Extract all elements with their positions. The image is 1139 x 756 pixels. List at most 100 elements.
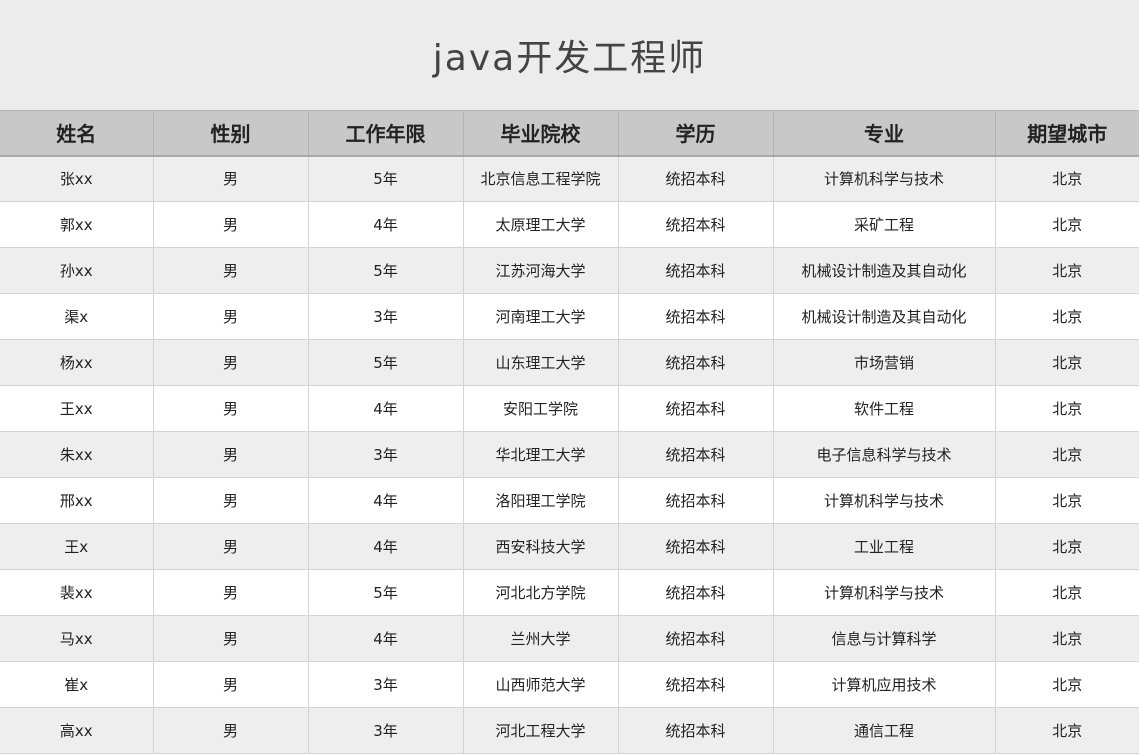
cell-city[interactable]: 北京 <box>995 707 1139 754</box>
cell-city[interactable]: 北京 <box>995 155 1139 202</box>
cell-work-years[interactable]: 5年 <box>308 247 464 294</box>
cell-education[interactable]: 统招本科 <box>618 431 774 478</box>
cell-name[interactable]: 高xx <box>0 707 154 754</box>
cell-gender[interactable]: 男 <box>153 569 309 616</box>
cell-name[interactable]: 崔x <box>0 661 154 708</box>
header-education[interactable]: 学历 <box>618 110 774 157</box>
cell-school[interactable]: 河南理工大学 <box>463 293 619 340</box>
cell-name[interactable]: 张xx <box>0 155 154 202</box>
cell-work-years[interactable]: 4年 <box>308 201 464 248</box>
cell-city[interactable]: 北京 <box>995 293 1139 340</box>
cell-major[interactable]: 工业工程 <box>773 523 996 570</box>
cell-school[interactable]: 太原理工大学 <box>463 201 619 248</box>
cell-gender[interactable]: 男 <box>153 339 309 386</box>
cell-gender[interactable]: 男 <box>153 431 309 478</box>
cell-name[interactable]: 朱xx <box>0 431 154 478</box>
cell-school[interactable]: 北京信息工程学院 <box>463 155 619 202</box>
cell-gender[interactable]: 男 <box>153 247 309 294</box>
cell-major[interactable]: 机械设计制造及其自动化 <box>773 293 996 340</box>
cell-education[interactable]: 统招本科 <box>618 569 774 616</box>
cell-gender[interactable]: 男 <box>153 155 309 202</box>
cell-city[interactable]: 北京 <box>995 569 1139 616</box>
cell-name[interactable]: 孙xx <box>0 247 154 294</box>
cell-school[interactable]: 西安科技大学 <box>463 523 619 570</box>
cell-city[interactable]: 北京 <box>995 477 1139 524</box>
cell-city[interactable]: 北京 <box>995 615 1139 662</box>
cell-major[interactable]: 计算机应用技术 <box>773 661 996 708</box>
table-row: 邢xx 男 4年 洛阳理工学院 统招本科 计算机科学与技术 北京 <box>0 477 1139 524</box>
cell-work-years[interactable]: 5年 <box>308 339 464 386</box>
cell-work-years[interactable]: 4年 <box>308 523 464 570</box>
cell-work-years[interactable]: 4年 <box>308 477 464 524</box>
header-city[interactable]: 期望城市 <box>995 110 1139 157</box>
cell-work-years[interactable]: 3年 <box>308 293 464 340</box>
cell-school[interactable]: 安阳工学院 <box>463 385 619 432</box>
header-major[interactable]: 专业 <box>773 110 996 157</box>
cell-major[interactable]: 软件工程 <box>773 385 996 432</box>
cell-major[interactable]: 机械设计制造及其自动化 <box>773 247 996 294</box>
cell-city[interactable]: 北京 <box>995 661 1139 708</box>
cell-city[interactable]: 北京 <box>995 339 1139 386</box>
cell-gender[interactable]: 男 <box>153 523 309 570</box>
cell-gender[interactable]: 男 <box>153 615 309 662</box>
cell-gender[interactable]: 男 <box>153 477 309 524</box>
cell-school[interactable]: 江苏河海大学 <box>463 247 619 294</box>
cell-education[interactable]: 统招本科 <box>618 155 774 202</box>
cell-education[interactable]: 统招本科 <box>618 707 774 754</box>
header-gender[interactable]: 性别 <box>153 110 309 157</box>
cell-gender[interactable]: 男 <box>153 201 309 248</box>
cell-work-years[interactable]: 4年 <box>308 385 464 432</box>
header-work-years[interactable]: 工作年限 <box>308 110 464 157</box>
cell-major[interactable]: 采矿工程 <box>773 201 996 248</box>
cell-school[interactable]: 河北工程大学 <box>463 707 619 754</box>
cell-education[interactable]: 统招本科 <box>618 523 774 570</box>
cell-work-years[interactable]: 3年 <box>308 707 464 754</box>
cell-major[interactable]: 计算机科学与技术 <box>773 477 996 524</box>
cell-work-years[interactable]: 3年 <box>308 431 464 478</box>
cell-major[interactable]: 计算机科学与技术 <box>773 569 996 616</box>
cell-name[interactable]: 渠x <box>0 293 154 340</box>
header-school[interactable]: 毕业院校 <box>463 110 619 157</box>
cell-education[interactable]: 统招本科 <box>618 661 774 708</box>
cell-name[interactable]: 王x <box>0 523 154 570</box>
cell-name[interactable]: 马xx <box>0 615 154 662</box>
cell-name[interactable]: 裴xx <box>0 569 154 616</box>
cell-city[interactable]: 北京 <box>995 201 1139 248</box>
cell-major[interactable]: 计算机科学与技术 <box>773 155 996 202</box>
cell-name[interactable]: 杨xx <box>0 339 154 386</box>
cell-education[interactable]: 统招本科 <box>618 615 774 662</box>
cell-education[interactable]: 统招本科 <box>618 201 774 248</box>
cell-education[interactable]: 统招本科 <box>618 247 774 294</box>
cell-work-years[interactable]: 5年 <box>308 155 464 202</box>
cell-city[interactable]: 北京 <box>995 247 1139 294</box>
cell-major[interactable]: 通信工程 <box>773 707 996 754</box>
cell-education[interactable]: 统招本科 <box>618 339 774 386</box>
cell-city[interactable]: 北京 <box>995 385 1139 432</box>
cell-school[interactable]: 洛阳理工学院 <box>463 477 619 524</box>
cell-city[interactable]: 北京 <box>995 431 1139 478</box>
cell-school[interactable]: 河北北方学院 <box>463 569 619 616</box>
cell-work-years[interactable]: 3年 <box>308 661 464 708</box>
cell-work-years[interactable]: 5年 <box>308 569 464 616</box>
cell-gender[interactable]: 男 <box>153 707 309 754</box>
cell-gender[interactable]: 男 <box>153 293 309 340</box>
cell-name[interactable]: 郭xx <box>0 201 154 248</box>
cell-major[interactable]: 电子信息科学与技术 <box>773 431 996 478</box>
table-row: 朱xx 男 3年 华北理工大学 统招本科 电子信息科学与技术 北京 <box>0 431 1139 478</box>
cell-gender[interactable]: 男 <box>153 385 309 432</box>
cell-school[interactable]: 兰州大学 <box>463 615 619 662</box>
cell-major[interactable]: 市场营销 <box>773 339 996 386</box>
cell-education[interactable]: 统招本科 <box>618 293 774 340</box>
cell-name[interactable]: 邢xx <box>0 477 154 524</box>
cell-school[interactable]: 山西师范大学 <box>463 661 619 708</box>
cell-education[interactable]: 统招本科 <box>618 477 774 524</box>
cell-education[interactable]: 统招本科 <box>618 385 774 432</box>
cell-school[interactable]: 山东理工大学 <box>463 339 619 386</box>
cell-gender[interactable]: 男 <box>153 661 309 708</box>
header-name[interactable]: 姓名 <box>0 110 154 157</box>
cell-city[interactable]: 北京 <box>995 523 1139 570</box>
cell-name[interactable]: 王xx <box>0 385 154 432</box>
cell-school[interactable]: 华北理工大学 <box>463 431 619 478</box>
cell-major[interactable]: 信息与计算科学 <box>773 615 996 662</box>
cell-work-years[interactable]: 4年 <box>308 615 464 662</box>
